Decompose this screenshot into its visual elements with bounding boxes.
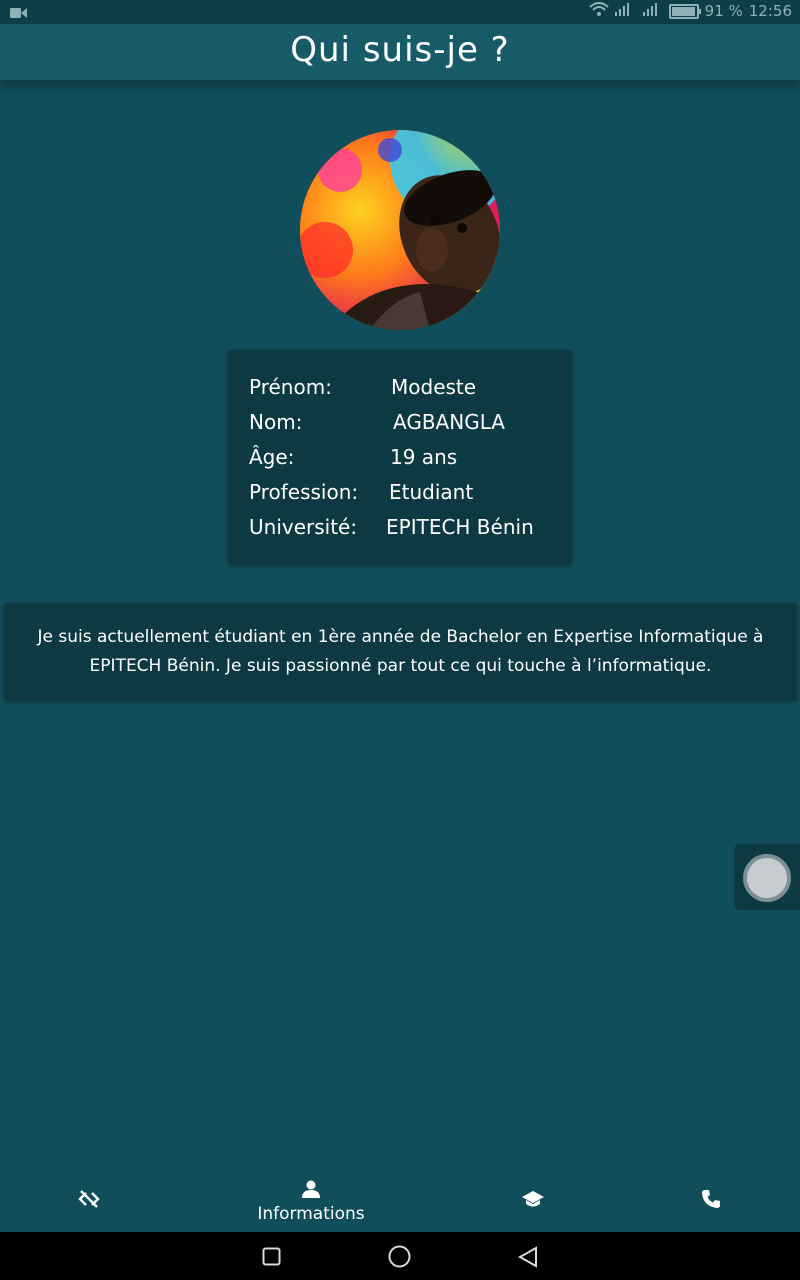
home-icon[interactable]	[388, 1245, 411, 1272]
university-value: EPITECH Bénin	[386, 515, 534, 539]
avatar	[300, 130, 500, 330]
nav-label-informations: Informations	[257, 1204, 365, 1224]
age-value: 19 ans	[390, 445, 458, 469]
last-name-label: Nom:	[249, 410, 303, 434]
profile-card: Prénom: Modeste Nom: AGBANGLA Âge: 19 an…	[228, 350, 572, 565]
system-navigation-bar	[0, 1232, 800, 1280]
signal-icon-2	[642, 2, 663, 20]
bottom-navigation: Informations	[0, 1172, 800, 1232]
wifi-icon	[588, 2, 609, 20]
code-off-icon	[78, 1188, 100, 1214]
floating-assist-button[interactable]	[743, 854, 791, 902]
video-camera-icon	[10, 5, 27, 23]
recent-apps-icon[interactable]	[262, 1247, 281, 1270]
school-icon	[521, 1189, 545, 1213]
nav-item-code[interactable]	[68, 1172, 110, 1232]
first-name-label: Prénom:	[249, 375, 332, 399]
person-icon	[301, 1180, 321, 1202]
nav-item-education[interactable]	[512, 1172, 554, 1232]
profession-label: Profession:	[249, 480, 359, 504]
nav-item-informations[interactable]: Informations	[250, 1172, 372, 1232]
nav-item-contact[interactable]	[690, 1172, 732, 1232]
back-icon[interactable]	[517, 1246, 538, 1272]
age-label: Âge:	[249, 445, 295, 469]
bio-card: Je suis actuellement étudiant en 1ère an…	[4, 603, 797, 701]
clock: 12:56	[748, 2, 792, 20]
signal-icon	[614, 2, 637, 20]
phone-icon	[701, 1189, 721, 1213]
page-title: Qui suis-je ?	[290, 30, 510, 70]
university-label: Université:	[249, 515, 358, 539]
floating-button-container[interactable]	[734, 844, 800, 910]
status-bar: 91 % 12:56	[0, 0, 800, 24]
first-name-value: Modeste	[391, 375, 477, 399]
battery-percent: 91 %	[704, 2, 743, 20]
app-bar: Qui suis-je ?	[0, 24, 800, 80]
profession-value: Etudiant	[389, 480, 474, 504]
battery-icon	[668, 3, 701, 19]
last-name-value: AGBANGLA	[393, 410, 505, 434]
bio-text: Je suis actuellement étudiant en 1ère an…	[37, 627, 764, 676]
